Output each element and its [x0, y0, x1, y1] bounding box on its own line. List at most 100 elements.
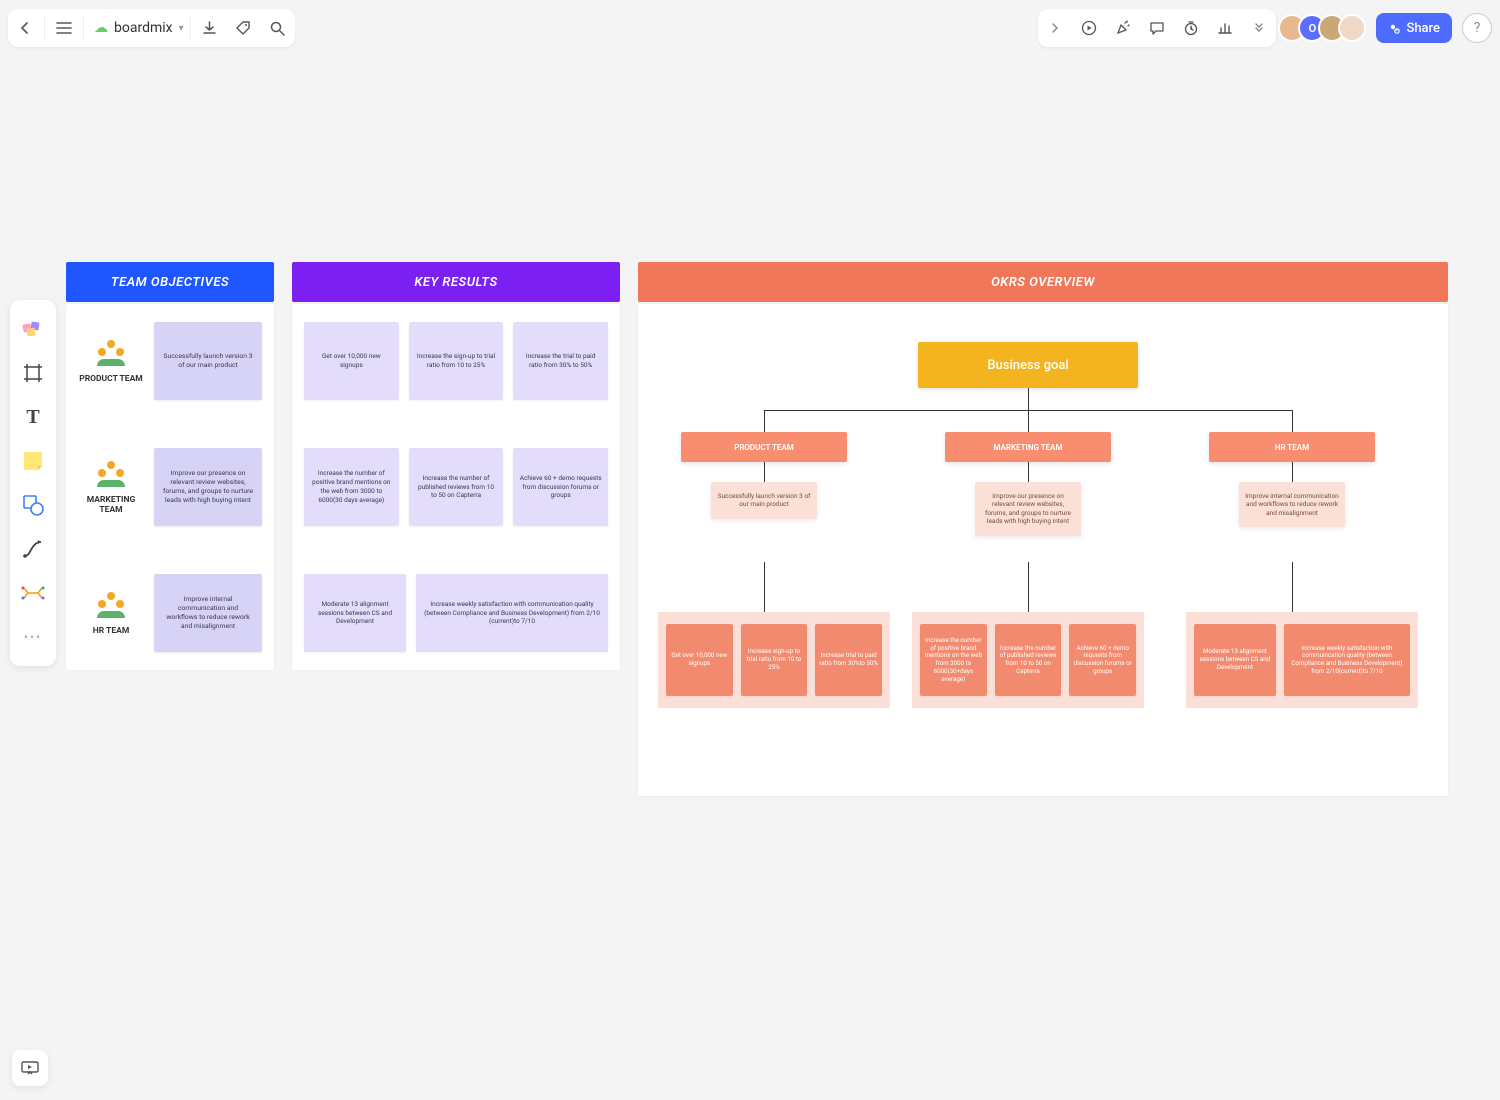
ov-kr-block-marketing: Increase the number of positive brand me… — [912, 612, 1144, 708]
templates-tool[interactable] — [14, 308, 52, 350]
ov-kr-mini[interactable]: Increase the number of published reviews… — [995, 624, 1062, 696]
column-key-results: KEY RESULTS Get over 10,000 new signups … — [292, 262, 620, 796]
menu-button[interactable] — [47, 9, 81, 47]
ov-objective-product[interactable]: Successfully launch version 3 of our mai… — [711, 482, 817, 519]
presentation-button[interactable] — [12, 1050, 48, 1086]
share-icon — [1388, 22, 1401, 35]
team-icon — [93, 590, 129, 620]
back-button[interactable] — [8, 9, 42, 47]
more-tools[interactable]: ••• — [14, 616, 52, 658]
chevron-down-icon: ▾ — [179, 23, 184, 34]
connector — [1028, 562, 1029, 612]
objective-row-product[interactable]: PRODUCT TEAM Successfully launch version… — [78, 322, 262, 400]
shape-tool[interactable] — [14, 484, 52, 526]
frame-tool[interactable] — [14, 352, 52, 394]
cloud-sync-icon: ☁ — [94, 20, 108, 36]
team-name: MARKETING TEAM — [78, 495, 144, 515]
play-button[interactable] — [1072, 9, 1106, 47]
connector — [764, 410, 765, 432]
team-hr: HR TEAM — [78, 590, 144, 636]
kr-note[interactable]: Increase the number of published reviews… — [409, 448, 504, 526]
header-key-results: KEY RESULTS — [292, 262, 620, 302]
connector — [1292, 562, 1293, 612]
team-icon — [93, 338, 129, 368]
ov-team-marketing[interactable]: MARKETING TEAM — [945, 432, 1111, 462]
objectives-body: PRODUCT TEAM Successfully launch version… — [66, 304, 274, 670]
ov-team-hr[interactable]: HR TEAM — [1209, 432, 1375, 462]
more-tools-button[interactable] — [1242, 9, 1276, 47]
ov-kr-mini[interactable]: Achieve 60 + demo requests from discussi… — [1069, 624, 1136, 696]
column-overview: OKRS OVERVIEW Business goal PRODUCT TEAM… — [638, 262, 1448, 796]
connector — [1292, 462, 1293, 482]
help-button[interactable]: ? — [1462, 13, 1492, 43]
kr-note[interactable]: Increase weekly satisfaction with commun… — [416, 574, 608, 652]
team-marketing: MARKETING TEAM — [78, 459, 144, 515]
connector — [1028, 410, 1029, 432]
connector — [1028, 388, 1029, 410]
team-name: HR TEAM — [93, 626, 130, 636]
ov-objective-hr[interactable]: Improve internal communication and workf… — [1239, 482, 1345, 527]
kr-note[interactable]: Moderate 13 alignment sessions between C… — [304, 574, 406, 652]
ov-kr-block-hr: Moderate 13 alignment sessions between C… — [1186, 612, 1418, 708]
expand-button[interactable] — [1038, 9, 1072, 47]
ov-kr-mini[interactable]: Increase weekly satisfaction with commun… — [1284, 624, 1410, 696]
objective-row-hr[interactable]: HR TEAM Improve internal communication a… — [78, 574, 262, 652]
ov-kr-mini[interactable]: Get over 10,000 new signups — [666, 624, 733, 696]
document-title[interactable]: ☁ boardmix ▾ — [86, 20, 188, 36]
kr-note[interactable]: Increase the trial to paid ratio from 30… — [513, 322, 608, 400]
tool-rail: T ••• — [10, 300, 56, 666]
search-button[interactable] — [261, 9, 295, 47]
celebrate-button[interactable] — [1106, 9, 1140, 47]
connector-tool[interactable] — [14, 528, 52, 570]
kr-row-product: Get over 10,000 new signups Increase the… — [304, 322, 608, 400]
header-overview: OKRS OVERVIEW — [638, 262, 1448, 302]
top-left-pill: ☁ boardmix ▾ — [8, 9, 295, 47]
comment-button[interactable] — [1140, 9, 1174, 47]
ov-kr-mini[interactable]: Increase trial to paid ratio from 30%to … — [815, 624, 882, 696]
text-tool[interactable]: T — [14, 396, 52, 438]
connector — [764, 562, 765, 612]
sticky-note-tool[interactable] — [14, 440, 52, 482]
kr-row-marketing: Increase the number of positive brand me… — [304, 448, 608, 526]
top-right-pill — [1038, 9, 1276, 47]
objective-note[interactable]: Improve our presence on relevant review … — [154, 448, 262, 526]
ov-objective-marketing[interactable]: Improve our presence on relevant review … — [975, 482, 1081, 536]
connector — [1028, 462, 1029, 482]
kr-row-hr: Moderate 13 alignment sessions between C… — [304, 574, 608, 652]
kr-note[interactable]: Achieve 60 + demo requests from discussi… — [513, 448, 608, 526]
objective-note[interactable]: Improve internal communication and workf… — [154, 574, 262, 652]
key-results-body: Get over 10,000 new signups Increase the… — [292, 304, 620, 670]
ov-kr-block-product: Get over 10,000 new signups Increase sig… — [658, 612, 890, 708]
okr-board: TEAM OBJECTIVES PRODUCT TEAM Successfull… — [66, 262, 1466, 796]
connector — [1292, 410, 1293, 432]
column-objectives: TEAM OBJECTIVES PRODUCT TEAM Successfull… — [66, 262, 274, 796]
header-objectives: TEAM OBJECTIVES — [66, 262, 274, 302]
connector — [764, 462, 765, 482]
canvas[interactable]: TEAM OBJECTIVES PRODUCT TEAM Successfull… — [0, 0, 1500, 1100]
kr-note[interactable]: Increase the sign-up to trial ratio from… — [409, 322, 504, 400]
ov-kr-mini[interactable]: Increase sign-up to trial ratio from 10 … — [741, 624, 808, 696]
ov-kr-mini[interactable]: Increase the number of positive brand me… — [920, 624, 987, 696]
business-goal-box[interactable]: Business goal — [918, 342, 1138, 388]
objective-row-marketing[interactable]: MARKETING TEAM Improve our presence on r… — [78, 448, 262, 526]
download-button[interactable] — [193, 9, 227, 47]
avatar[interactable] — [1338, 14, 1366, 42]
team-product: PRODUCT TEAM — [78, 338, 144, 384]
share-button[interactable]: Share — [1376, 13, 1452, 43]
divider — [190, 16, 191, 40]
objective-note[interactable]: Successfully launch version 3 of our mai… — [154, 322, 262, 400]
collaborator-avatars[interactable]: O — [1286, 14, 1366, 42]
top-right-cluster: O Share ? — [1038, 9, 1492, 47]
ov-team-product[interactable]: PRODUCT TEAM — [681, 432, 847, 462]
mindmap-tool[interactable] — [14, 572, 52, 614]
document-name: boardmix — [114, 20, 173, 36]
timer-button[interactable] — [1174, 9, 1208, 47]
kr-note[interactable]: Get over 10,000 new signups — [304, 322, 399, 400]
kr-note[interactable]: Increase the number of positive brand me… — [304, 448, 399, 526]
divider — [83, 16, 84, 40]
tag-button[interactable] — [227, 9, 261, 47]
divider — [44, 16, 45, 40]
ov-kr-mini[interactable]: Moderate 13 alignment sessions between C… — [1194, 624, 1276, 696]
share-label: Share — [1406, 21, 1440, 36]
chart-button[interactable] — [1208, 9, 1242, 47]
